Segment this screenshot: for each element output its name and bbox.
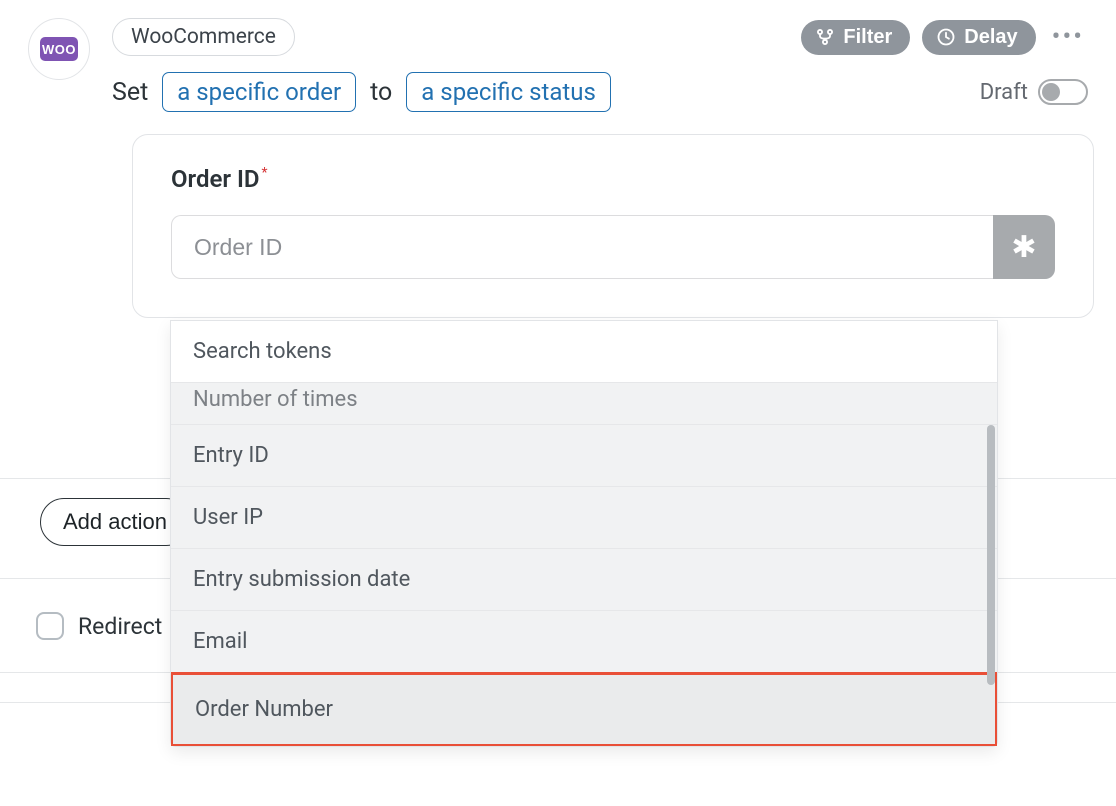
draft-label: Draft [980,80,1028,105]
sentence-word-set: Set [112,78,148,107]
delay-button-label: Delay [964,26,1017,49]
scrollbar-thumb[interactable] [987,425,995,685]
field-panel-order-id: Order ID* ✱ [132,134,1094,318]
required-asterisk: * [262,165,268,181]
field-label: Order ID* [171,165,266,193]
branch-icon [815,27,835,47]
dropdown-item[interactable]: User IP [171,487,997,549]
filter-button-label: Filter [843,26,892,49]
draft-toggle[interactable] [1038,79,1088,105]
woocommerce-icon: WOO [40,37,78,61]
dropdown-search-row[interactable]: Search tokens [171,321,997,383]
dropdown-item[interactable]: Email [171,611,997,673]
integration-chip[interactable]: WooCommerce [112,18,295,56]
filter-button[interactable]: Filter [801,20,910,55]
token-specific-order[interactable]: a specific order [162,72,356,112]
dropdown-item[interactable]: Number of times [171,383,997,425]
token-dropdown: Search tokens Number of times Entry ID U… [170,320,998,747]
clock-icon [936,27,956,47]
delay-button[interactable]: Delay [922,20,1035,55]
redirect-checkbox[interactable] [36,612,64,640]
add-action-button[interactable]: Add action [40,498,190,546]
dropdown-item[interactable]: Entry submission date [171,549,997,611]
sentence-word-to: to [370,78,392,107]
order-id-input[interactable] [171,215,993,279]
asterisk-icon: ✱ [1011,230,1036,265]
toggle-knob [1042,83,1060,101]
dropdown-list[interactable]: Number of times Entry ID User IP Entry s… [171,383,997,746]
dropdown-item[interactable]: Entry ID [171,425,997,487]
more-menu-button[interactable]: ••• [1048,22,1088,52]
token-picker-button[interactable]: ✱ [993,215,1055,279]
action-sentence: Set a specific order to a specific statu… [112,72,611,112]
field-label-text: Order ID [171,165,260,193]
token-specific-status[interactable]: a specific status [406,72,611,112]
dropdown-item-order-number[interactable]: Order Number [171,672,997,746]
integration-icon-circle: WOO [28,18,90,80]
redirect-label: Redirect [78,613,162,640]
